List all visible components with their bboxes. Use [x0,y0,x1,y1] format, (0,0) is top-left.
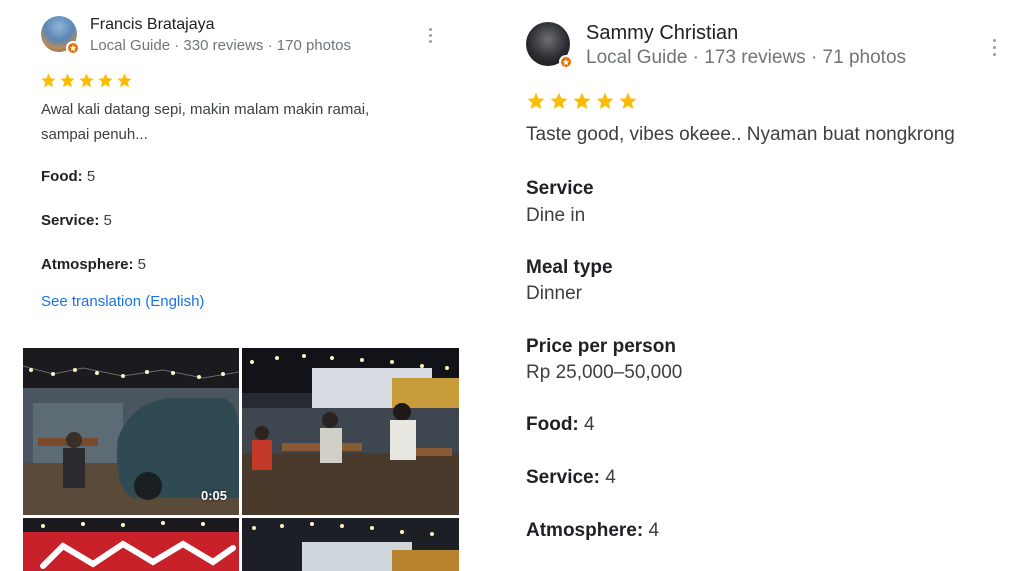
food-rating-label: Food: [526,414,579,435]
review-photo-thumbnail[interactable] [242,518,459,571]
service-attribute-label: Service [526,178,594,199]
food-rating: Food: 4 [526,414,595,436]
see-translation-link[interactable]: See translation (English) [41,293,204,310]
atmosphere-rating-value: 5 [133,256,147,273]
reviews-page: Francis Bratajaya Local Guide · 330 revi… [0,0,1024,571]
more-options-button[interactable] [984,35,1004,59]
more-vert-icon-dot [992,45,996,49]
star-icon [596,92,614,109]
price-per-person-value: Rp 25,000–50,000 [526,362,683,383]
service-rating-value: 4 [599,467,616,488]
service-rating-label: Service: [526,467,600,488]
food-rating-value: 4 [578,414,595,435]
meal-type-label: Meal type [526,257,613,278]
star-icon [79,73,94,88]
review-card-francis: Francis Bratajaya Local Guide · 330 revi… [0,0,470,571]
service-rating: Service: 4 [526,467,616,489]
video-duration: 0:05 [200,488,227,503]
more-vert-icon [428,27,432,31]
atmosphere-rating-label: Atmosphere: [526,520,644,541]
local-guide-badge-icon [66,41,80,55]
review-text: Awal kali datang sepi, makin malam makin… [41,97,421,147]
meal-type-value: Dinner [526,283,582,304]
review-text: Taste good, vibes okeee.. Nyaman buat no… [526,124,955,145]
photo-thumbnail-image [242,518,459,571]
star-icon [573,92,591,109]
atmosphere-rating: Atmosphere: 4 [526,520,659,542]
service-attribute-value: Dine in [526,205,586,226]
food-rating-label: Food: [41,168,83,185]
food-rating-value: 5 [82,168,96,185]
local-guide-badge-icon [559,55,573,69]
star-icon [619,92,637,109]
food-rating: Food: 5 [41,168,95,185]
review-card-sammy: Sammy Christian Local Guide · 173 review… [490,0,1024,571]
photo-thumbnail-image [23,518,239,571]
star-icon [41,73,56,88]
more-vert-icon-dot [428,33,432,37]
avatar[interactable] [41,16,80,55]
more-options-button[interactable] [420,24,440,46]
atmosphere-rating: Atmosphere: 5 [41,256,146,273]
avatar[interactable] [526,22,573,69]
price-per-person-label: Price per person [526,336,676,357]
review-text-line: Awal kali datang sepi, makin malam makin… [41,101,370,118]
star-icon [60,73,75,88]
reviewer-meta: Local Guide · 330 reviews · 170 photos [90,37,351,54]
service-rating: Service: 5 [41,212,112,229]
photo-thumbnail-image [242,348,459,515]
star-icon [117,73,132,88]
service-rating-value: 5 [99,212,112,229]
review-photo-thumbnail[interactable] [242,348,459,515]
reviewer-name[interactable]: Francis Bratajaya [90,16,215,34]
star-icon [550,92,568,109]
more-vert-icon-dot [992,52,996,56]
service-rating-label: Service: [41,212,100,229]
star-icon [527,92,545,109]
star-rating [40,72,133,89]
review-video-thumbnail[interactable]: 0:05 [23,348,239,515]
review-text-line: sampai penuh... [41,126,148,143]
reviewer-name[interactable]: Sammy Christian [586,22,738,45]
review-photo-thumbnail[interactable] [23,518,239,571]
more-vert-icon-dot [428,39,432,43]
atmosphere-rating-value: 4 [643,520,660,541]
star-rating [526,91,638,111]
star-icon [98,73,113,88]
reviewer-meta: Local Guide · 173 reviews · 71 photos [586,47,907,68]
atmosphere-rating-label: Atmosphere: [41,256,134,273]
more-vert-icon [992,38,996,42]
